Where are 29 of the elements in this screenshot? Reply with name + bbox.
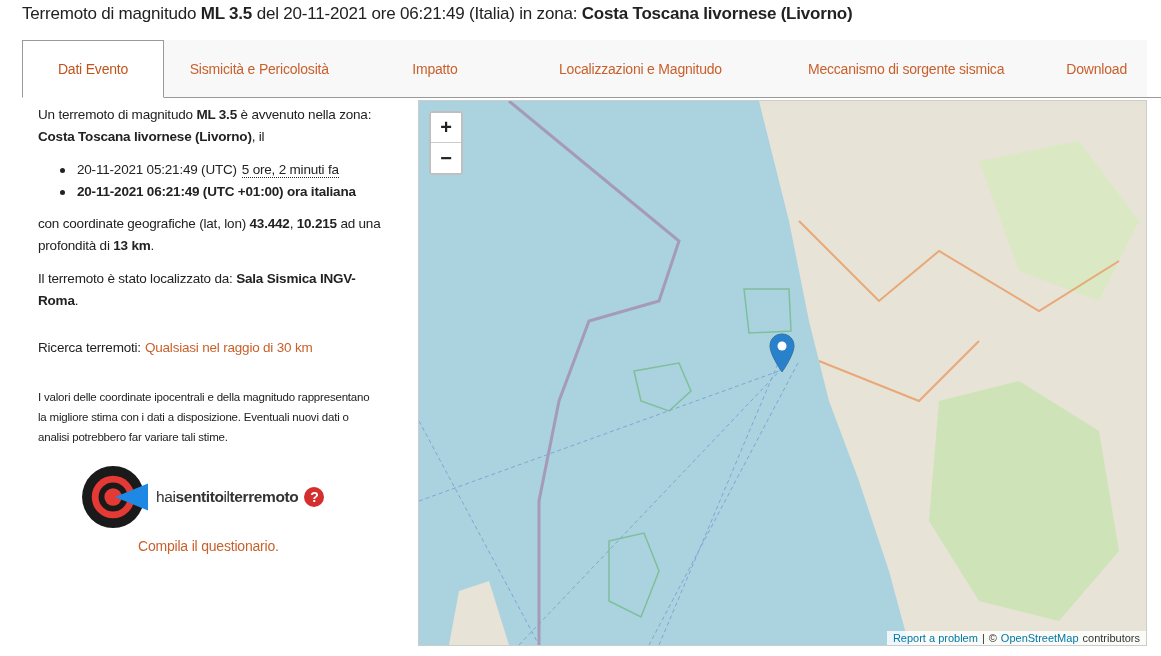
questionnaire-link[interactable]: Compila il questionario. xyxy=(138,535,385,557)
page-title: Terremoto di magnitudo ML 3.5 del 20-11-2021 ore 06:21:49 (Italia) in zona: Costa Toscana livornese (Livorno) xyxy=(21,3,854,25)
location-source-text: Il terremoto è stato localizzato da: Sala Sismica INGV-Roma. xyxy=(38,270,357,310)
openstreetmap-link[interactable]: OpenStreetMap xyxy=(1000,632,1079,644)
event-time: 20-11-2021 05:21:49 (UTC) xyxy=(77,161,237,179)
contributors-text: contributors xyxy=(1082,632,1140,644)
tab[interactable]: Impatto xyxy=(354,40,516,98)
coordinates-text: con coordinate geografiche (lat, lon) 43.442, 10.215 ad una profondità di 13 km. xyxy=(38,215,382,255)
target-logo-icon xyxy=(82,465,150,529)
tab[interactable]: Meccanismo di sorgente sismica xyxy=(765,40,1047,98)
event-time: 20-11-2021 06:21:49 (UTC +01:00) ora italiana xyxy=(77,183,356,201)
search-label: Ricerca terremoti: xyxy=(38,339,141,357)
report-problem-link[interactable]: Report a problem xyxy=(892,632,978,644)
separator-text: | xyxy=(981,632,985,644)
tab[interactable]: Localizzazioni e Magnitudo xyxy=(515,40,766,98)
bullet-icon xyxy=(60,189,65,195)
tab[interactable]: Dati Evento xyxy=(22,40,164,98)
bullet-icon xyxy=(60,167,65,173)
copyright-text: © xyxy=(988,632,997,644)
logo-text: haisentitoilterremoto xyxy=(156,487,299,507)
tab[interactable]: Sismicità e Pericolosità xyxy=(164,40,355,98)
event-summary: Un terremoto di magnitudo ML 3.5 è avvenuto nella zona: Costa Toscana livornese (Livorno), il xyxy=(38,106,373,146)
zoom-in-button[interactable]: + xyxy=(431,113,461,143)
relative-time: 5 ore, 2 minuti fa xyxy=(241,162,339,178)
map-marker-icon[interactable] xyxy=(769,333,795,373)
disclaimer-text: I valori delle coordinate ipocentrali e della magnitudo rappresentano la migliore stima con i dati a disposizione. Eventuali nuovi dati o analisi potrebbero far variare tali stime. xyxy=(38,390,371,445)
help-icon[interactable]: ? xyxy=(304,487,325,507)
tab[interactable]: Download xyxy=(1046,40,1147,98)
radius-search-link[interactable]: Qualsiasi nel raggio di 30 km xyxy=(144,337,313,359)
